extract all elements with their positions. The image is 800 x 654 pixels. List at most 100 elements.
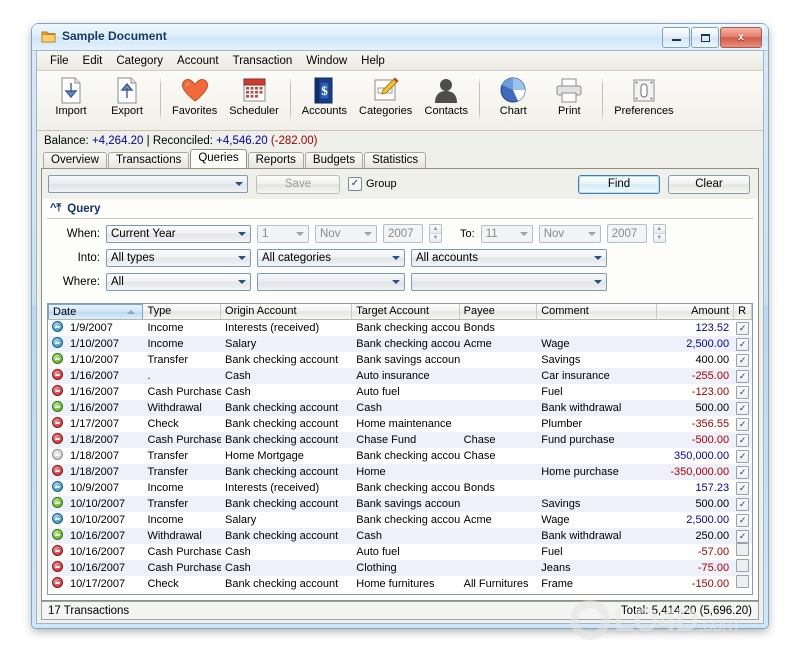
to-year-input[interactable]: 2007 [606,224,647,243]
table-row[interactable]: 1/16/2007 Withdrawal Bank checking account… [48,400,752,416]
menu-category[interactable]: Category [109,53,170,69]
tab-statistics[interactable]: Statistics [364,152,427,168]
menu-transaction[interactable]: Transaction [226,53,300,69]
menu-help[interactable]: Help [354,53,392,69]
reconciled-checkbox-checked[interactable]: ✓ [736,386,750,399]
reconciled-checkbox-checked[interactable]: ✓ [736,370,750,383]
toolbar-button-categories[interactable]: Categories [353,75,418,117]
reconciled-checkbox-checked[interactable]: ✓ [736,354,750,367]
column-header-amount[interactable]: Amount [657,304,735,319]
maximize-button[interactable] [691,27,719,48]
query-section-header[interactable]: ^⤒ Query [42,199,758,218]
table-row[interactable]: 1/18/2007 Transfer Bank checking account Ho… [48,464,752,480]
toolbar-button-contacts[interactable]: Contacts [418,75,474,117]
toolbar-button-export[interactable]: Export [99,75,155,117]
reconciled-checkbox-unchecked[interactable] [736,575,750,588]
reconciled-checkbox-checked[interactable]: ✓ [736,530,750,543]
cell-reconciled[interactable]: ✓ [734,480,752,496]
tab-reports[interactable]: Reports [247,152,304,168]
toolbar-button-import[interactable]: Import [43,75,99,117]
tab-overview[interactable]: Overview [43,152,107,168]
toolbar-button-accounts[interactable]: $ Accounts [296,75,353,117]
cell-reconciled[interactable]: ✓ [734,464,752,480]
cell-reconciled[interactable]: ✓ [734,336,752,352]
to-month-select[interactable]: Nov [538,224,601,243]
from-year-input[interactable]: 2007 [383,224,423,243]
minimize-button[interactable] [662,27,690,48]
table-row[interactable]: 10/16/2007 Withdrawal Bank checking accoun… [48,528,752,544]
tab-budgets[interactable]: Budgets [304,152,364,168]
table-row[interactable]: 10/16/2007 Cash Purchase Cash Auto fuel Fuel… [48,543,752,560]
cell-reconciled[interactable]: ✓ [734,320,752,336]
close-button[interactable]: x [720,27,762,48]
column-header-target-account[interactable]: Target Account [352,304,460,319]
table-row[interactable]: 1/18/2007 Transfer Home Mortgage Bank check… [48,448,752,464]
cell-reconciled[interactable]: ✓ [734,400,752,416]
column-header-comment[interactable]: Comment [537,304,657,319]
reconciled-checkbox-checked[interactable]: ✓ [736,322,750,335]
chevron-up-double-icon[interactable]: ^⤒ [50,202,61,215]
cell-reconciled[interactable]: ✓ [734,448,752,464]
when-range-select[interactable]: Current Year [106,224,251,243]
reconciled-checkbox-checked[interactable]: ✓ [736,482,750,495]
cell-reconciled[interactable]: ✓ [734,416,752,432]
cell-reconciled[interactable]: ✓ [734,368,752,384]
menu-file[interactable]: File [43,53,76,69]
reconciled-checkbox-checked[interactable]: ✓ [736,418,750,431]
tab-queries[interactable]: Queries [190,149,247,168]
where-third-select[interactable] [411,272,607,291]
reconciled-checkbox-unchecked[interactable] [736,543,750,556]
table-row[interactable]: 10/9/2007 Income Interests (received) Bank … [48,480,752,496]
column-header-type[interactable]: Type [143,304,222,319]
table-row[interactable]: 1/18/2007 Cash Purchase Bank checking acco… [48,432,752,448]
table-row[interactable]: 1/17/2007 Check Bank checking account Home … [48,416,752,432]
table-row[interactable]: 10/10/2007 Transfer Bank checking account B… [48,496,752,512]
column-header-origin-account[interactable]: Origin Account [221,304,353,319]
into-account-select[interactable]: All accounts [411,248,607,267]
column-header-reconciled[interactable]: R [734,304,752,319]
reconciled-checkbox-checked[interactable]: ✓ [736,434,750,447]
column-header-payee[interactable]: Payee [460,304,538,319]
from-year-stepper[interactable]: ▲ ▼ [429,224,442,243]
cell-reconciled[interactable]: ✓ [734,384,752,400]
saved-query-select[interactable] [48,175,248,193]
cell-reconciled[interactable]: ✓ [734,528,752,544]
toolbar-button-favorites[interactable]: Favorites [166,75,223,117]
into-category-select[interactable]: All categories [257,248,405,267]
reconciled-checkbox-checked[interactable]: ✓ [736,466,750,479]
toolbar-button-print[interactable]: Print [541,75,597,117]
table-row[interactable]: 1/9/2007 Income Interests (received) Bank c… [48,320,752,336]
table-row[interactable]: 10/17/2007 Check Bank checking account Home… [48,575,752,593]
where-field-select[interactable]: All [106,272,251,291]
table-row[interactable]: 1/16/2007. Cash Auto insurance Car insuranc… [48,368,752,384]
reconciled-checkbox-unchecked[interactable] [736,559,750,572]
save-button[interactable]: Save [256,174,340,194]
reconciled-checkbox-checked[interactable]: ✓ [736,450,750,463]
menu-window[interactable]: Window [299,53,354,69]
cell-reconciled[interactable] [734,575,752,593]
from-day-select[interactable]: 1 [257,224,309,243]
find-button[interactable]: Find [578,174,660,194]
tab-transactions[interactable]: Transactions [107,152,190,168]
cell-reconciled[interactable]: ✓ [734,496,752,512]
table-row[interactable]: 10/10/2007 Income Salary Bank checking acco… [48,512,752,528]
menu-edit[interactable]: Edit [76,53,110,69]
reconciled-checkbox-checked[interactable]: ✓ [736,338,750,351]
from-month-select[interactable]: Nov [315,224,377,243]
table-row[interactable]: 1/10/2007 Income Salary Bank checking accou… [48,336,752,352]
stepper-up-icon[interactable]: ▲ [653,225,665,234]
group-checkbox[interactable]: ✓ [348,177,362,191]
to-year-stepper[interactable]: ▲ ▼ [652,224,666,243]
reconciled-checkbox-checked[interactable]: ✓ [736,514,750,527]
stepper-down-icon[interactable]: ▼ [653,234,665,242]
toolbar-button-preferences[interactable]: Preferences [608,75,679,117]
column-header-date[interactable]: Date [48,304,144,319]
stepper-up-icon[interactable]: ▲ [430,225,441,234]
into-type-select[interactable]: All types [106,248,251,267]
menu-account[interactable]: Account [170,53,226,69]
where-second-select[interactable] [257,272,405,291]
table-row[interactable]: 1/16/2007 Cash Purchase Cash Auto fuel Fuel -… [48,384,752,400]
table-row[interactable]: 10/16/2007 Cash Purchase Cash Clothing Jeans… [48,559,752,576]
cell-reconciled[interactable]: ✓ [734,432,752,448]
cell-reconciled[interactable]: ✓ [734,352,752,368]
